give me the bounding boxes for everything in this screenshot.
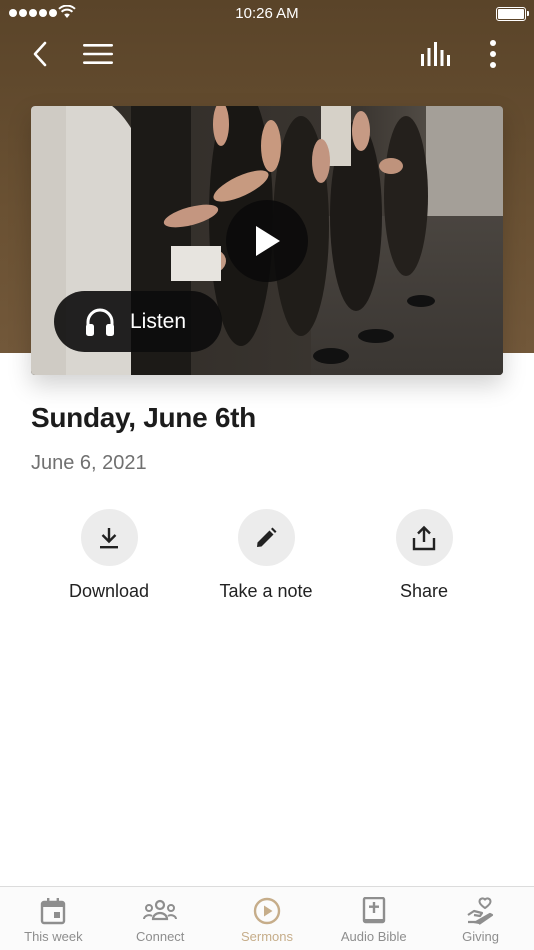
share-icon-circle[interactable]: [395, 509, 453, 566]
download-label: Download: [68, 581, 150, 601]
bible-icon: [362, 897, 385, 924]
tab-label: Sermons: [240, 929, 293, 944]
share-label: Share: [399, 581, 449, 601]
download-icon-circle[interactable]: [80, 509, 138, 566]
giving-hand-icon: [466, 897, 493, 925]
people-icon: [143, 899, 178, 921]
more-options-button[interactable]: [478, 36, 508, 72]
share-icon: [412, 525, 436, 550]
share-button[interactable]: Share: [344, 509, 504, 602]
take-note-label: Take a note: [219, 581, 313, 601]
sermon-title: Sunday, June 6th: [31, 402, 256, 433]
back-button[interactable]: [22, 36, 58, 72]
tab-label: This week: [24, 929, 83, 944]
note-icon-circle[interactable]: [237, 509, 295, 566]
tab-this-week[interactable]: This week: [0, 887, 107, 950]
chevron-left-icon: [33, 41, 47, 67]
download-button[interactable]: Download: [29, 509, 189, 602]
more-vertical-icon: [490, 40, 496, 68]
calendar-icon: [41, 898, 66, 925]
listen-button[interactable]: Listen: [54, 291, 222, 352]
tab-label: Audio Bible: [340, 929, 407, 944]
battery-icon: [496, 7, 529, 21]
tab-bar: This week Connect Sermons Audio Bible Gi…: [0, 886, 534, 950]
sermon-date: June 6, 2021: [31, 452, 147, 474]
play-icon: [256, 226, 280, 256]
sermon-media-card[interactable]: Listen: [31, 106, 503, 375]
pencil-icon: [257, 527, 277, 547]
audio-levels-button[interactable]: [418, 36, 454, 72]
headphones-icon: [86, 308, 114, 336]
status-time: 10:26 AM: [235, 5, 299, 22]
tab-connect[interactable]: Connect: [107, 887, 214, 950]
menu-button[interactable]: [80, 36, 116, 72]
download-icon: [100, 527, 118, 548]
play-circle-icon: [253, 897, 281, 925]
listen-label: Listen: [130, 309, 187, 333]
tab-sermons[interactable]: Sermons: [214, 887, 321, 950]
play-button[interactable]: [226, 200, 308, 282]
tab-giving[interactable]: Giving: [427, 887, 534, 950]
equalizer-icon: [421, 42, 450, 66]
take-note-button[interactable]: Take a note: [186, 509, 346, 602]
tab-audio-bible[interactable]: Audio Bible: [320, 887, 427, 950]
tab-label: Giving: [462, 929, 500, 944]
status-bar: 10:26 AM: [0, 0, 534, 28]
tab-label: Connect: [135, 929, 185, 944]
hamburger-menu-icon: [83, 44, 113, 64]
